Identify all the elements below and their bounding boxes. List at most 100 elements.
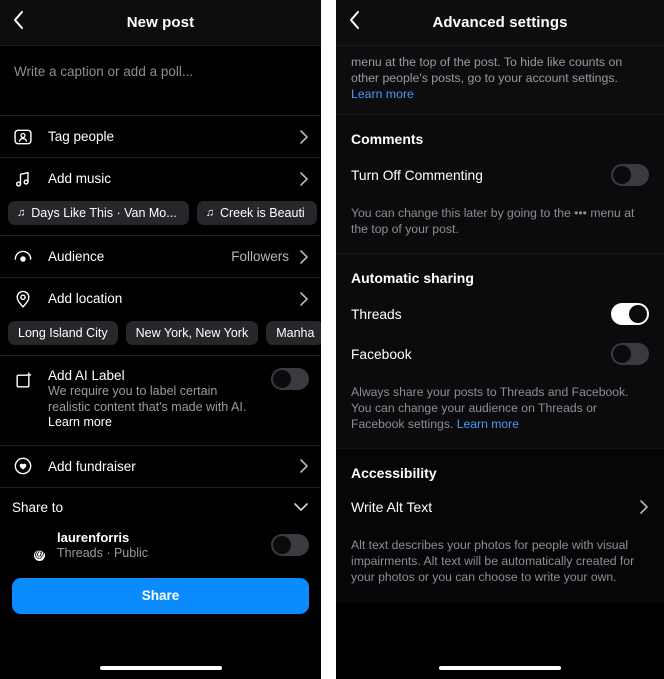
toggle-knob <box>613 345 631 363</box>
location-chip[interactable]: New York, New York <box>125 321 259 345</box>
right-navbar: Advanced settings <box>336 0 664 46</box>
threads-badge-icon: @ <box>32 547 47 563</box>
page-title: New post <box>126 14 195 31</box>
back-button[interactable] <box>338 0 372 46</box>
row-add-ai-label[interactable]: Add AI Label We require you to label cer… <box>0 356 321 445</box>
chevron-right-icon <box>299 171 309 187</box>
ai-label-icon <box>12 370 34 392</box>
music-chip-label: Creek is Beauti <box>219 206 305 220</box>
avatar: @ <box>12 528 47 563</box>
automatic-sharing-helper-text: Always share your posts to Threads and F… <box>336 374 664 448</box>
share-to-header[interactable]: Share to <box>0 487 321 526</box>
toggle-knob <box>629 305 647 323</box>
music-note-icon: ♫ <box>205 207 214 219</box>
account-texts: laurenforris Threads · Public <box>57 530 271 560</box>
chevron-right-icon <box>299 458 309 474</box>
accessibility-section: Accessibility Write Alt Text Alt text de… <box>336 449 664 603</box>
turn-off-commenting-row[interactable]: Turn Off Commenting <box>336 155 664 195</box>
chevron-left-icon <box>13 10 25 35</box>
toggle-knob <box>273 370 291 388</box>
setting-label: Write Alt Text <box>351 499 433 515</box>
alt-text-description: Alt text describes your photos for peopl… <box>351 538 635 584</box>
chevron-down-icon[interactable] <box>293 499 309 517</box>
location-chip-label: Manha <box>276 326 315 340</box>
location-chip-label: New York, New York <box>135 326 249 340</box>
share-to-title: Share to <box>12 500 64 515</box>
account-username: laurenforris <box>57 529 130 545</box>
write-alt-text-row[interactable]: Write Alt Text <box>336 489 664 525</box>
row-label: Tag people <box>48 129 115 144</box>
row-audience[interactable]: Audience Followers <box>0 236 321 277</box>
panel-gap <box>321 0 336 679</box>
toggle-knob <box>613 166 631 184</box>
setting-label: Turn Off Commenting <box>351 167 483 183</box>
row-label: Add music <box>48 171 112 186</box>
automatic-sharing-learn-more-link[interactable]: Learn more <box>457 417 519 431</box>
comments-helper-text: You can change this later by going to th… <box>351 206 635 236</box>
setting-label: Facebook <box>351 346 412 362</box>
caption-input[interactable]: Write a caption or add a poll... <box>0 46 321 115</box>
music-chip-label: Days Like This · Van Mo... <box>31 206 177 220</box>
automatic-sharing-section: Automatic sharing Threads Facebook Alway… <box>336 254 664 448</box>
chevron-left-icon <box>349 10 361 35</box>
dual-screenshot-container: New post Write a caption or add a poll..… <box>0 0 664 679</box>
audience-icon <box>12 246 34 268</box>
music-chip[interactable]: ♫ Days Like This · Van Mo... <box>8 201 189 225</box>
accessibility-title: Accessibility <box>351 465 437 481</box>
music-suggestions-strip[interactable]: ♫ Days Like This · Van Mo... ♫ Creek is … <box>0 199 321 235</box>
page-title: Advanced settings <box>432 14 568 31</box>
chevron-right-icon <box>639 499 649 515</box>
share-button[interactable]: Share <box>12 577 309 614</box>
turn-off-commenting-toggle[interactable] <box>611 164 649 186</box>
row-add-location[interactable]: Add location <box>0 278 321 319</box>
music-note-icon: ♫ <box>17 207 26 219</box>
music-chip[interactable]: ♫ Creek is Beauti <box>196 201 317 225</box>
likes-intro-text: menu at the top of the post. To hide lik… <box>336 46 664 114</box>
home-indicator <box>439 666 561 670</box>
fundraiser-heart-icon <box>12 455 34 477</box>
comments-section-title: Comments <box>351 131 424 147</box>
ai-label-texts: Add AI Label We require you to label cer… <box>48 368 271 431</box>
chevron-right-icon <box>299 249 309 265</box>
chevron-right-icon <box>299 291 309 307</box>
facebook-sharing-row[interactable]: Facebook <box>336 334 664 374</box>
location-chip[interactable]: Long Island City <box>8 321 118 345</box>
back-button[interactable] <box>2 0 36 46</box>
share-account-row[interactable]: @ laurenforris Threads · Public <box>0 525 321 572</box>
chevron-right-icon <box>299 129 309 145</box>
ai-label-description-text: We require you to label certain realisti… <box>48 384 247 414</box>
ai-label-description: We require you to label certain realisti… <box>48 384 263 431</box>
ai-label-title: Add AI Label <box>48 368 125 383</box>
location-chip[interactable]: Manha <box>266 321 321 345</box>
likes-intro-body: menu at the top of the post. To hide lik… <box>351 55 623 85</box>
left-navbar: New post <box>0 0 321 46</box>
home-indicator <box>99 666 222 670</box>
caption-placeholder: Write a caption or add a poll... <box>14 64 194 79</box>
row-add-music[interactable]: Add music <box>0 158 321 199</box>
tag-people-icon <box>12 126 34 148</box>
advanced-settings-screen: Advanced settings menu at the top of the… <box>336 0 664 679</box>
new-post-screen: New post Write a caption or add a poll..… <box>0 0 321 679</box>
location-suggestions-strip[interactable]: Long Island City New York, New York Manh… <box>0 319 321 355</box>
ai-label-toggle[interactable] <box>271 368 309 390</box>
threads-share-toggle[interactable] <box>271 533 309 556</box>
row-tag-people[interactable]: Tag people <box>0 116 321 157</box>
audience-value: Followers <box>231 249 289 264</box>
account-subtitle: Threads · Public <box>57 545 149 560</box>
facebook-sharing-toggle[interactable] <box>611 343 649 365</box>
toggle-knob <box>273 535 291 554</box>
threads-sharing-toggle[interactable] <box>611 303 649 325</box>
row-label: Add fundraiser <box>48 458 136 474</box>
likes-learn-more-link[interactable]: Learn more <box>351 87 414 101</box>
row-label: Audience <box>48 249 105 264</box>
row-add-fundraiser[interactable]: Add fundraiser <box>0 445 321 487</box>
location-chip-label: Long Island City <box>18 326 108 340</box>
location-pin-icon <box>12 288 34 310</box>
threads-sharing-row[interactable]: Threads <box>336 294 664 334</box>
ai-label-learn-more[interactable]: Learn more <box>48 415 112 429</box>
row-label: Add location <box>48 291 123 306</box>
music-note-icon <box>12 168 34 190</box>
automatic-sharing-title: Automatic sharing <box>351 270 474 286</box>
setting-label: Threads <box>351 306 402 322</box>
comments-section: Comments Turn Off Commenting You can cha… <box>336 115 664 253</box>
